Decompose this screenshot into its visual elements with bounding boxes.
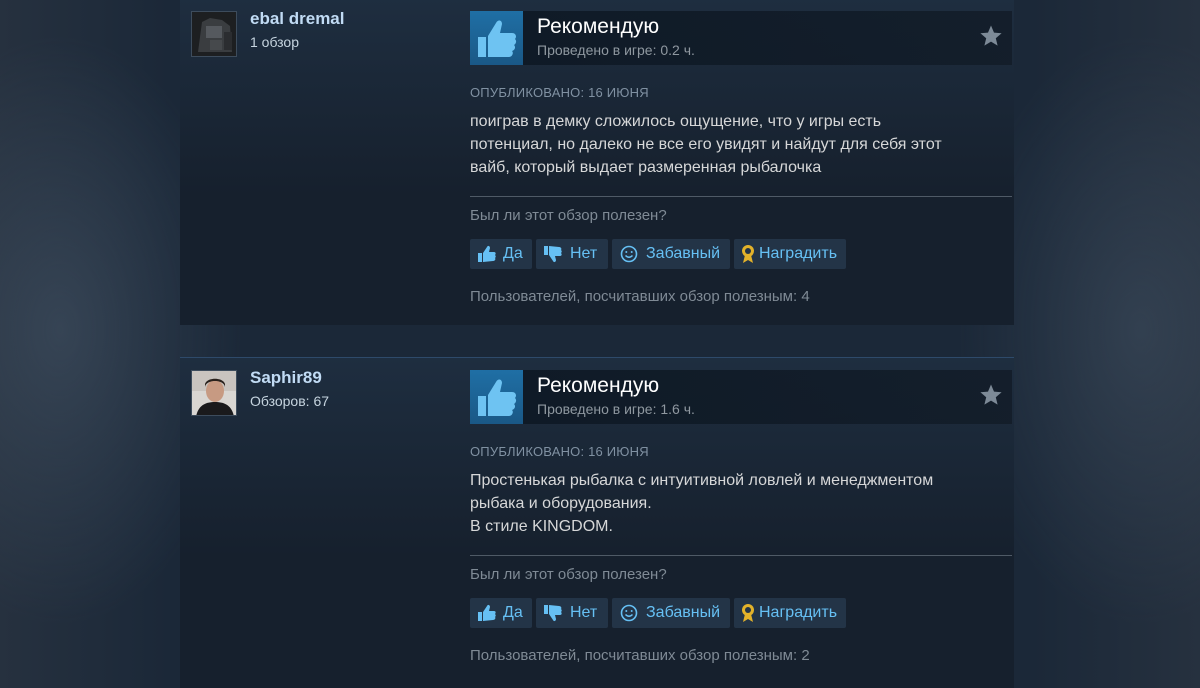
avatar[interactable] bbox=[191, 11, 237, 57]
verdict-title: Рекомендую bbox=[537, 374, 660, 397]
vote-funny-button[interactable]: Забавный bbox=[612, 598, 730, 628]
verdict-title: Рекомендую bbox=[537, 15, 660, 38]
smiley-icon bbox=[620, 604, 638, 622]
award-label: Наградить bbox=[759, 604, 838, 621]
helpful-count: Пользователей, посчитавших обзор полезны… bbox=[470, 288, 810, 305]
thumbs-up-icon bbox=[470, 370, 523, 424]
playtime: Проведено в игре: 0.2 ч. bbox=[537, 42, 695, 58]
review-text-line: потенциал, но далеко не все его увидят и… bbox=[470, 136, 942, 153]
review-text: Простенькая рыбалка с интуитивной ловлей… bbox=[470, 469, 1000, 538]
star-icon[interactable] bbox=[979, 383, 1003, 407]
review-verdict[interactable]: Рекомендую Проведено в игре: 0.2 ч. bbox=[470, 11, 1012, 65]
vote-yes-button[interactable]: Да bbox=[470, 239, 532, 269]
review-text: поиграв в демку сложилось ощущение, что … bbox=[470, 110, 1000, 179]
review-text-line: рыбака и оборудования. bbox=[470, 495, 652, 512]
award-button[interactable]: Наградить bbox=[734, 598, 846, 628]
vote-yes-label: Да bbox=[503, 604, 523, 621]
award-ribbon-icon bbox=[742, 245, 754, 263]
review-text-line: вайб, который выдает размеренная рыбалоч… bbox=[470, 159, 822, 176]
review-text-line: Простенькая рыбалка с интуитивной ловлей… bbox=[470, 472, 934, 489]
divider bbox=[470, 555, 1012, 556]
award-button[interactable]: Наградить bbox=[734, 239, 846, 269]
posted-date: Опубликовано: 16 июня bbox=[470, 444, 649, 459]
thumbs-up-icon bbox=[478, 604, 496, 621]
vote-no-button[interactable]: Нет bbox=[536, 598, 608, 628]
review-text-line: В стиле KINGDOM. bbox=[470, 518, 613, 535]
posted-date: Опубликовано: 16 июня bbox=[470, 85, 649, 100]
star-icon[interactable] bbox=[979, 24, 1003, 48]
helpful-count: Пользователей, посчитавших обзор полезны… bbox=[470, 647, 810, 664]
thumbs-down-icon bbox=[544, 605, 562, 622]
author-name[interactable]: Saphir89 bbox=[250, 368, 322, 388]
playtime: Проведено в игре: 1.6 ч. bbox=[537, 401, 695, 417]
review-verdict[interactable]: Рекомендую Проведено в игре: 1.6 ч. bbox=[470, 370, 1012, 424]
author-review-count[interactable]: Обзоров: 67 bbox=[250, 393, 329, 409]
thumbs-up-icon bbox=[478, 245, 496, 262]
helpful-question: Был ли этот обзор полезен? bbox=[470, 207, 667, 224]
smiley-icon bbox=[620, 245, 638, 263]
vote-funny-label: Забавный bbox=[646, 245, 721, 262]
divider bbox=[470, 196, 1012, 197]
review-card: ebal dremal 1 обзор Рекомендую Проведено… bbox=[180, 0, 1014, 325]
vote-yes-button[interactable]: Да bbox=[470, 598, 532, 628]
review-card: Saphir89 Обзоров: 67 Рекомендую Проведен… bbox=[180, 357, 1014, 688]
vote-no-label: Нет bbox=[570, 604, 598, 621]
vote-funny-button[interactable]: Забавный bbox=[612, 239, 730, 269]
review-text-line: поиграв в демку сложилось ощущение, что … bbox=[470, 113, 882, 130]
vote-funny-label: Забавный bbox=[646, 604, 721, 621]
vote-no-button[interactable]: Нет bbox=[536, 239, 608, 269]
thumbs-down-icon bbox=[544, 246, 562, 263]
award-label: Наградить bbox=[759, 245, 838, 262]
thumbs-up-icon bbox=[470, 11, 523, 65]
author-review-count[interactable]: 1 обзор bbox=[250, 34, 299, 50]
vote-no-label: Нет bbox=[570, 245, 598, 262]
vote-yes-label: Да bbox=[503, 245, 523, 262]
author-name[interactable]: ebal dremal bbox=[250, 9, 345, 29]
avatar[interactable] bbox=[191, 370, 237, 416]
award-ribbon-icon bbox=[742, 604, 754, 622]
helpful-question: Был ли этот обзор полезен? bbox=[470, 566, 667, 583]
